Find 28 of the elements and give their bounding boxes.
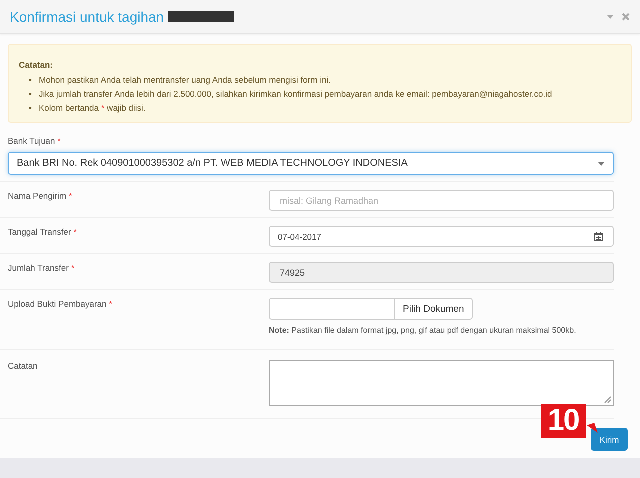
field-label: Upload Bukti Pembayaran * <box>8 299 112 309</box>
bank-dropdown[interactable]: Bank BRI No. Rek 040901000395302 a/n PT. WEB MEDIA TECHNOLOGY INDONESIA <box>8 152 614 175</box>
field-label: Catatan <box>8 361 38 371</box>
notes-textarea[interactable] <box>269 360 614 406</box>
bullet: • <box>29 88 32 101</box>
caret-icon <box>598 162 605 166</box>
close-icon[interactable] <box>622 12 630 20</box>
step-badge: 10 <box>541 404 586 438</box>
notice-heading: Catatan: <box>19 60 54 70</box>
file-note: Note: Pastikan file dalam format jpg, png, gif atau pdf dengan ukuran maksimal 500kb. <box>269 326 578 335</box>
field-label: Nama Pengirim * <box>8 191 72 201</box>
submit-button[interactable]: Kirim <box>591 428 628 451</box>
calendar-icon[interactable] <box>594 232 603 242</box>
file-name-field[interactable] <box>269 298 395 320</box>
bullet: • <box>29 74 32 87</box>
pointer-arrow <box>586 423 599 433</box>
resize-handle-icon[interactable] <box>604 396 612 404</box>
collapse-icon[interactable] <box>607 14 614 18</box>
notice-text: Jika jumlah transfer Anda lebih dari 2.500.000, silahkan kirimkan konfirmasi pembayaran anda ke email: pembayaran@niagahoster.co.id <box>38 88 552 101</box>
field-label: Bank Tujuan * <box>8 136 61 146</box>
field-label: Jumlah Transfer * <box>8 263 75 273</box>
window-title: Konfirmasi untuk tagihan <box>10 8 164 24</box>
notice-text: Kolom bertanda * wajib diisi. <box>38 102 146 115</box>
field-label: Tanggal Transfer * <box>8 227 78 237</box>
notice-text: Mohon pastikan Anda telah mentransfer uang Anda sebelum mengisi form ini. <box>38 74 331 87</box>
choose-file-button[interactable]: Pilih Dokumen <box>395 298 474 320</box>
bullet: • <box>29 102 32 115</box>
date-field[interactable]: 07-04-2017 <box>269 226 614 247</box>
